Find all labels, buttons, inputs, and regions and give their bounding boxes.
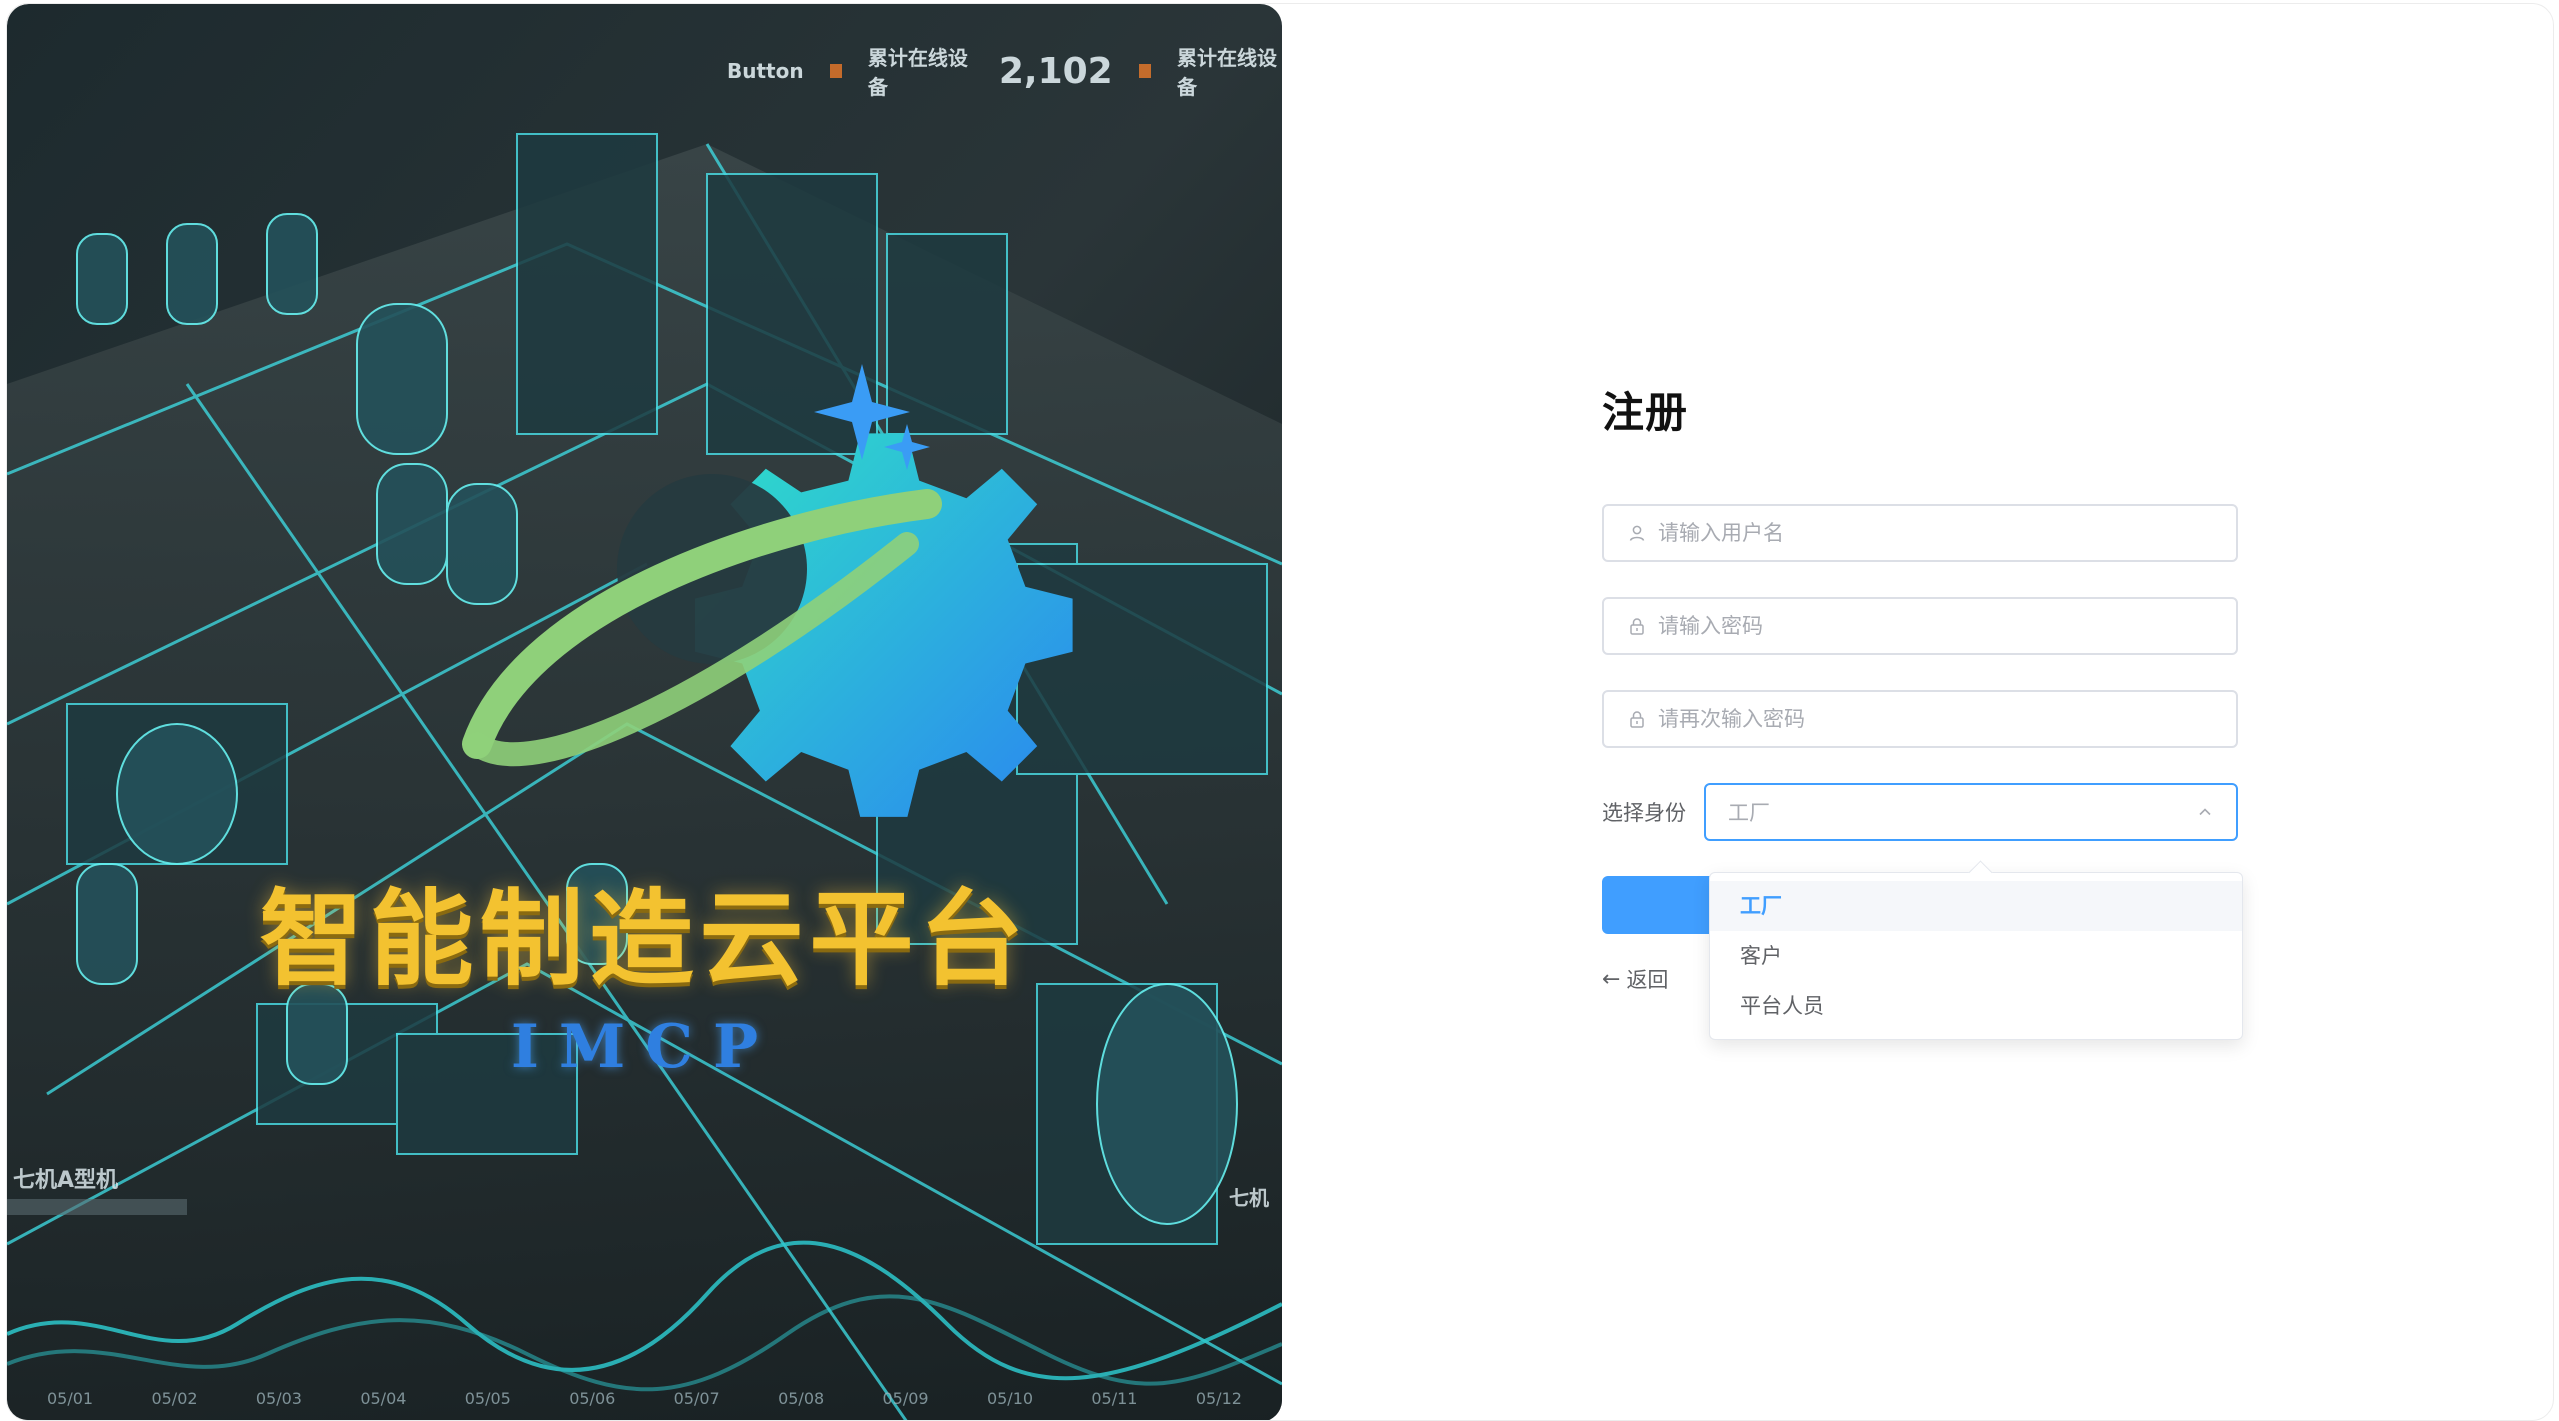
arrow-left-icon: ← — [1602, 966, 1621, 992]
role-select-label: 选择身份 — [1602, 801, 1686, 825]
username-input[interactable] — [1658, 508, 2218, 558]
role-select[interactable]: 工厂 — [1704, 783, 2238, 841]
role-dropdown: 工厂 客户 平台人员 — [1709, 872, 2243, 1040]
hero-topbar-label-a: 累计在线设备 — [867, 46, 968, 99]
hero-side-label: 七机 — [1229, 1186, 1269, 1210]
hero-axis-tick: 05/09 — [882, 1389, 929, 1408]
hero-topbar: Button 累计在线设备 2,102 累计在线设备 — [727, 42, 1282, 100]
page-title: 注册 — [1602, 388, 1689, 437]
chevron-up-icon — [2196, 803, 2214, 821]
hero-axis-tick: 05/07 — [673, 1389, 720, 1408]
hero-subtitle: IMCP — [510, 1012, 779, 1082]
hero-axis-tick: 05/10 — [986, 1389, 1034, 1408]
register-card: Button 累计在线设备 2,102 累计在线设备 七机A型机 七机 智能制造… — [6, 3, 2554, 1421]
dropdown-option-factory[interactable]: 工厂 — [1710, 881, 2242, 931]
hero-axis-tick: 05/05 — [464, 1389, 511, 1408]
factory-wireframe-art — [7, 4, 1282, 1420]
user-icon — [1628, 524, 1646, 542]
hero-corner-label: 七机A型机 — [13, 1168, 119, 1193]
status-square-icon — [829, 64, 842, 78]
confirm-password-input[interactable] — [1658, 694, 2218, 744]
hero-axis-tick: 05/12 — [1195, 1389, 1242, 1408]
role-select-row: 选择身份 工厂 — [1602, 783, 2242, 841]
hero-axis-tick: 05/03 — [255, 1389, 302, 1408]
hero-topbar-value-a: 2,102 — [998, 50, 1113, 92]
hero-axis-tick: 05/11 — [1091, 1389, 1138, 1408]
hero-title: 智能制造云平台 — [259, 878, 1030, 1000]
back-link-label: 返回 — [1626, 968, 1669, 992]
role-select-value: 工厂 — [1728, 801, 1770, 825]
confirm-password-field[interactable] — [1602, 690, 2238, 748]
hero-axis-tick: 05/02 — [151, 1389, 198, 1408]
password-input[interactable] — [1658, 601, 2218, 651]
hero-axis-tick: 05/08 — [778, 1389, 825, 1408]
hero-illustration: Button 累计在线设备 2,102 累计在线设备 七机A型机 七机 智能制造… — [7, 4, 1282, 1420]
dropdown-option-customer[interactable]: 客户 — [1710, 931, 2242, 981]
lock-icon — [1628, 617, 1646, 635]
dropdown-option-platform-staff[interactable]: 平台人员 — [1710, 981, 2242, 1031]
hero-axis-ticks: 05/01 05/02 05/03 05/04 05/05 05/06 05/07 05/08… — [47, 1389, 1242, 1408]
hero-topbar-label-b: 累计在线设备 — [1176, 46, 1277, 99]
back-link[interactable]: ← 返回 — [1602, 964, 1668, 994]
hero-axis-tick: 05/06 — [569, 1389, 616, 1408]
hero-topbar-button-text: Button — [727, 59, 804, 83]
register-page: Button 累计在线设备 2,102 累计在线设备 七机A型机 七机 智能制造… — [0, 0, 2559, 1421]
hero-axis-tick: 05/04 — [360, 1389, 407, 1408]
status-square-icon — [1138, 64, 1151, 78]
lock-icon — [1628, 710, 1646, 728]
username-field[interactable] — [1602, 504, 2238, 562]
password-field[interactable] — [1602, 597, 2238, 655]
hero-axis-tick: 05/01 — [47, 1389, 94, 1408]
